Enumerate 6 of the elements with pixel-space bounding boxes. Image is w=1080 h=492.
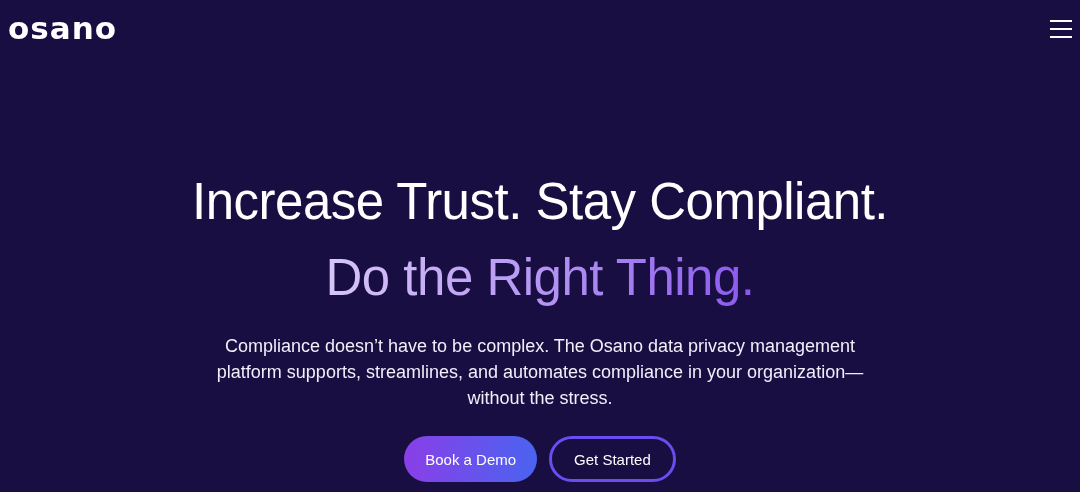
demo-button[interactable]: Book a Demo [404,436,538,482]
start-button[interactable]: Get Started [549,436,676,482]
menu-icon[interactable] [1050,20,1072,38]
hero-description: Compliance doesn’t have to be complex. The Osano data privacy management platform supports, streamlines, and automates compliance in your organization—without the stress. [215,335,865,410]
logo[interactable]: osano [8,12,118,44]
hero-title: Increase Trust. Stay Compliant. [192,172,888,232]
